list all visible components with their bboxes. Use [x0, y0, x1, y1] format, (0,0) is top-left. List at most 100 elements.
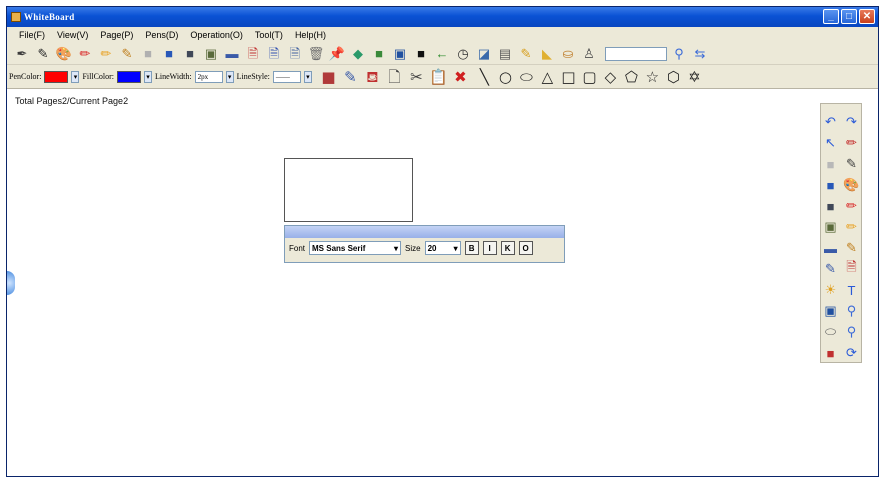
- red-pen-icon[interactable]: ✏: [842, 196, 861, 216]
- palette-icon[interactable]: 🎨: [55, 45, 73, 63]
- red-marker-icon[interactable]: ✏: [76, 45, 94, 63]
- undo-icon[interactable]: ↶: [821, 112, 840, 132]
- pointer-icon[interactable]: ↖: [821, 133, 840, 153]
- fill-icon[interactable]: ⛾: [363, 68, 382, 86]
- underline-button[interactable]: K: [500, 241, 515, 255]
- minimize-button[interactable]: _: [823, 9, 839, 24]
- photo-icon[interactable]: ▣: [202, 45, 220, 63]
- yellow-pen-icon[interactable]: ✏: [842, 217, 861, 237]
- yellow-marker-icon[interactable]: ✏: [97, 45, 115, 63]
- layers-icon[interactable]: ■: [821, 343, 840, 363]
- menu-item[interactable]: View(V): [57, 30, 88, 40]
- photo-icon[interactable]: ▣: [821, 217, 840, 237]
- pen-red-icon[interactable]: ✏: [842, 133, 861, 153]
- rounded-rect-icon[interactable]: ▢: [580, 68, 599, 86]
- stamp-icon[interactable]: ■: [319, 68, 338, 86]
- triangle-icon[interactable]: △: [538, 68, 557, 86]
- menu-item[interactable]: Pens(D): [145, 30, 178, 40]
- figure-icon[interactable]: ♙: [580, 45, 598, 63]
- screen-icon[interactable]: ▣: [391, 45, 409, 63]
- copy-icon[interactable]: 🗋: [385, 68, 404, 86]
- page-icon[interactable]: 🗎: [286, 45, 304, 63]
- redo-icon[interactable]: ↷: [842, 112, 861, 132]
- search-input[interactable]: [605, 46, 667, 61]
- strike-button[interactable]: O: [518, 241, 533, 255]
- dark-monitor-icon[interactable]: ■: [181, 45, 199, 63]
- blue-monitor-icon[interactable]: ■: [160, 45, 178, 63]
- pen-color-dropdown[interactable]: ▾: [71, 70, 80, 83]
- arrow-left-icon[interactable]: ←: [433, 45, 451, 63]
- window-icon[interactable]: ▤: [496, 45, 514, 63]
- page-red-icon[interactable]: 🗎: [842, 259, 861, 279]
- bucket-icon[interactable]: ⛀: [559, 45, 577, 63]
- highlighter-icon[interactable]: ✎: [118, 45, 136, 63]
- pen-icon[interactable]: ✒: [13, 45, 31, 63]
- drawing-canvas[interactable]: Total Pages2/Current Page2 Font MS Sans …: [7, 90, 878, 476]
- diamond-icon[interactable]: ◇: [601, 68, 620, 86]
- page-red-icon[interactable]: 🗎: [244, 45, 262, 63]
- landscape-icon[interactable]: ▬: [821, 238, 840, 258]
- menu-item[interactable]: Page(P): [100, 30, 133, 40]
- side-panel-toggle[interactable]: [7, 271, 15, 295]
- swap-icon[interactable]: ⇆: [691, 45, 709, 63]
- sun-icon[interactable]: ☀: [821, 280, 840, 300]
- line-icon[interactable]: ╲: [475, 68, 494, 86]
- zoom-out-icon[interactable]: ⚲: [842, 322, 861, 342]
- blue-rect-icon[interactable]: ■: [821, 175, 840, 195]
- fill-color-dropdown[interactable]: ▾: [144, 70, 153, 83]
- paste-icon[interactable]: 📋: [429, 68, 448, 86]
- menu-item[interactable]: Help(H): [295, 30, 326, 40]
- zoom-in-icon[interactable]: ⚲: [842, 301, 861, 321]
- edit-page-icon[interactable]: ✎: [341, 68, 360, 86]
- marker-icon[interactable]: ✎: [842, 238, 861, 258]
- line-style-select[interactable]: ——: [272, 70, 301, 83]
- eraser-icon[interactable]: ◆: [349, 45, 367, 63]
- italic-button[interactable]: I: [482, 241, 497, 255]
- pin-icon[interactable]: 📌: [328, 45, 346, 63]
- palette-icon[interactable]: 🎨: [842, 175, 861, 195]
- edit-page-icon[interactable]: ✎: [821, 259, 840, 279]
- gray-rect-icon[interactable]: ■: [821, 154, 840, 174]
- close-button[interactable]: ✕: [859, 9, 875, 24]
- font-select[interactable]: MS Sans Serif ▾: [309, 241, 402, 255]
- menu-item[interactable]: Operation(O): [190, 30, 243, 40]
- menu-item[interactable]: Tool(T): [255, 30, 283, 40]
- square-icon[interactable]: □: [559, 68, 578, 86]
- fill-color-swatch[interactable]: [117, 70, 142, 83]
- gray-box-icon[interactable]: ■: [139, 45, 157, 63]
- star-icon[interactable]: ☆: [643, 68, 662, 86]
- six-star-icon[interactable]: ✡: [685, 68, 704, 86]
- trash-icon[interactable]: 🗑: [307, 45, 325, 63]
- title-bar[interactable]: WhiteBoard _ □ ✕: [7, 7, 878, 27]
- maximize-button[interactable]: □: [841, 9, 857, 24]
- select-icon[interactable]: ◣: [538, 45, 556, 63]
- pencil-yellow-icon[interactable]: ✎: [517, 45, 535, 63]
- magnifier-icon[interactable]: ⚲: [670, 45, 688, 63]
- save-icon[interactable]: ■: [370, 45, 388, 63]
- line-style-dropdown[interactable]: ▾: [303, 70, 312, 83]
- circle-icon[interactable]: ○: [496, 68, 515, 86]
- refresh-icon[interactable]: ⟳: [842, 343, 861, 363]
- pentagon-icon[interactable]: ⬠: [622, 68, 641, 86]
- ellipse-icon[interactable]: ⬭: [517, 68, 536, 86]
- hexagon-icon[interactable]: ⬡: [664, 68, 683, 86]
- page-blue-icon[interactable]: 🗎: [265, 45, 283, 63]
- brush-icon[interactable]: ✎: [842, 154, 861, 174]
- brush-icon[interactable]: ✎: [34, 45, 52, 63]
- pen-color-swatch[interactable]: [44, 70, 69, 83]
- bold-button[interactable]: B: [464, 241, 479, 255]
- menu-item[interactable]: File(F): [19, 30, 45, 40]
- font-panel-header[interactable]: [285, 226, 564, 238]
- chart-icon[interactable]: ◪: [475, 45, 493, 63]
- screen-icon[interactable]: ▣: [821, 301, 840, 321]
- line-width-select[interactable]: 2px: [194, 70, 223, 83]
- line-width-dropdown[interactable]: ▾: [225, 70, 234, 83]
- text-icon[interactable]: T: [842, 280, 861, 300]
- cut-icon[interactable]: ✂: [407, 68, 426, 86]
- dark-rect-icon[interactable]: ■: [821, 196, 840, 216]
- black-square-icon[interactable]: ■: [412, 45, 430, 63]
- eraser-icon[interactable]: ⬭: [821, 322, 840, 342]
- delete-icon[interactable]: ✖: [451, 68, 470, 86]
- landscape-icon[interactable]: ▬: [223, 45, 241, 63]
- size-select[interactable]: 20 ▾: [424, 241, 461, 255]
